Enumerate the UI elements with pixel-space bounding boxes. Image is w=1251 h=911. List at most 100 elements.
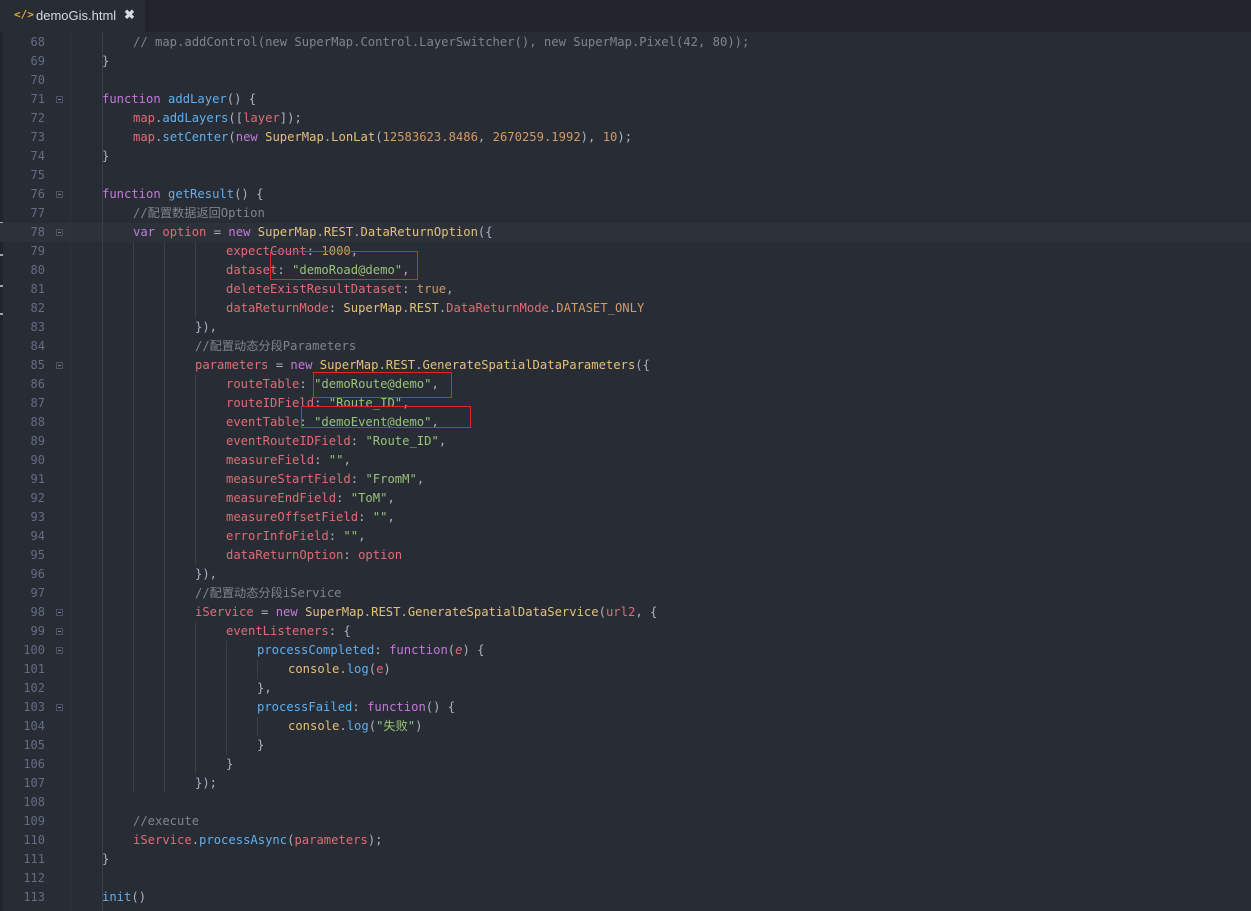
code-line[interactable]: 71 function addLayer() { bbox=[0, 90, 1251, 109]
code-token: () { bbox=[234, 187, 264, 201]
code-token: "" bbox=[343, 529, 359, 543]
code-text: map.setCenter(new SuperMap.LonLat(125836… bbox=[133, 128, 632, 147]
code-line[interactable]: 93 measureOffsetField: "", bbox=[0, 508, 1251, 527]
code-line[interactable]: 94 errorInfoField: "", bbox=[0, 527, 1251, 546]
code-token: } bbox=[102, 54, 110, 68]
line-number: 111 bbox=[23, 852, 45, 866]
line-number: 78 bbox=[30, 225, 45, 239]
code-token: eventListeners bbox=[226, 624, 329, 638]
code-line[interactable]: 75 bbox=[0, 166, 1251, 185]
code-line[interactable]: 86 routeTable: "demoRoute@demo", bbox=[0, 375, 1251, 394]
code-line[interactable]: 82 dataReturnMode: SuperMap.REST.DataRetu… bbox=[0, 299, 1251, 318]
code-line[interactable]: 77 //配置数据返回Option bbox=[0, 204, 1251, 223]
fold-toggle-icon[interactable] bbox=[56, 628, 63, 635]
code-text: } bbox=[102, 52, 109, 71]
line-number: 81 bbox=[30, 282, 45, 296]
code-token: ); bbox=[367, 833, 383, 847]
highlight-box-routetable bbox=[313, 372, 452, 398]
fold-toggle-icon[interactable] bbox=[56, 362, 63, 369]
line-number: 98 bbox=[30, 605, 45, 619]
code-line[interactable]: 103 processFailed: function() { bbox=[0, 698, 1251, 717]
tab-demogis[interactable]: </> demoGis.html ✖ bbox=[0, 0, 145, 32]
line-number: 82 bbox=[30, 301, 45, 315]
code-token: log bbox=[346, 662, 369, 676]
code-token: true bbox=[416, 282, 447, 296]
code-token: "" bbox=[372, 510, 388, 524]
code-token: , bbox=[387, 491, 395, 505]
code-line[interactable]: 88 eventTable: "demoEvent@demo", bbox=[0, 413, 1251, 432]
close-icon[interactable]: ✖ bbox=[124, 7, 135, 23]
code-token: ({ bbox=[477, 225, 493, 239]
fold-toggle-icon[interactable] bbox=[56, 704, 63, 711]
code-line[interactable]: 96}), bbox=[0, 565, 1251, 584]
code-line[interactable]: 97 //配置动态分段iService bbox=[0, 584, 1251, 603]
code-line[interactable]: 111} bbox=[0, 850, 1251, 869]
code-line[interactable]: 73 map.setCenter(new SuperMap.LonLat(1258… bbox=[0, 128, 1251, 147]
code-line[interactable]: 109 //execute bbox=[0, 812, 1251, 831]
code-token: ) { bbox=[462, 643, 485, 657]
code-line[interactable]: 72 map.addLayers([layer]); bbox=[0, 109, 1251, 128]
code-line[interactable]: 99 eventListeners: { bbox=[0, 622, 1251, 641]
code-token: ]); bbox=[279, 111, 302, 125]
code-text: iService = new SuperMap.REST.GenerateSpa… bbox=[195, 603, 657, 622]
code-line[interactable]: 90 measureField: "", bbox=[0, 451, 1251, 470]
code-line[interactable]: 85 parameters = new SuperMap.REST.Generat… bbox=[0, 356, 1251, 375]
code-token: processCompleted bbox=[257, 643, 375, 657]
code-text: processFailed: function() { bbox=[257, 698, 455, 717]
line-number: 107 bbox=[23, 776, 45, 790]
code-line[interactable]: 68 // map.addControl(new SuperMap.Control… bbox=[0, 33, 1251, 52]
code-token: init bbox=[102, 890, 132, 904]
code-editor[interactable]: 68 // map.addControl(new SuperMap.Control… bbox=[0, 32, 1251, 911]
indent-guide bbox=[195, 375, 196, 565]
code-line[interactable]: 104 console.log("失败") bbox=[0, 717, 1251, 736]
code-line[interactable]: 102}, bbox=[0, 679, 1251, 698]
code-line[interactable]: 107}); bbox=[0, 774, 1251, 793]
code-line[interactable]: 80 dataset: "demoRoad@demo", bbox=[0, 261, 1251, 280]
code-line[interactable]: 108 bbox=[0, 793, 1251, 812]
code-text: //配置动态分段iService bbox=[195, 584, 342, 603]
code-line[interactable]: 81 deleteExistResultDataset: true, bbox=[0, 280, 1251, 299]
code-line[interactable]: 91 measureStartField: "FromM", bbox=[0, 470, 1251, 489]
code-token: , bbox=[446, 282, 454, 296]
line-number: 105 bbox=[23, 738, 45, 752]
code-text: console.log("失败") bbox=[288, 717, 422, 736]
code-line[interactable]: 110 iService.processAsync(parameters); bbox=[0, 831, 1251, 850]
code-line[interactable]: 100 processCompleted: function(e) { bbox=[0, 641, 1251, 660]
code-line[interactable]: 69} bbox=[0, 52, 1251, 71]
code-token: , bbox=[387, 510, 395, 524]
code-line[interactable]: 78 var option = new SuperMap.REST.DataRet… bbox=[0, 223, 1251, 242]
code-line[interactable]: 106} bbox=[0, 755, 1251, 774]
code-token: ({ bbox=[635, 358, 650, 372]
code-line[interactable]: 84 //配置动态分段Parameters bbox=[0, 337, 1251, 356]
fold-toggle-icon[interactable] bbox=[56, 647, 63, 654]
line-number: 86 bbox=[30, 377, 45, 391]
code-line[interactable]: 105} bbox=[0, 736, 1251, 755]
code-token: () { bbox=[425, 700, 456, 714]
code-token: REST bbox=[371, 605, 401, 619]
code-line[interactable]: 83}), bbox=[0, 318, 1251, 337]
fold-toggle-icon[interactable] bbox=[56, 191, 63, 198]
code-line[interactable]: 89 eventRouteIDField: "Route_ID", bbox=[0, 432, 1251, 451]
code-line[interactable]: 76 function getResult() { bbox=[0, 185, 1251, 204]
code-token: : bbox=[352, 700, 368, 714]
code-line[interactable]: 92 measureEndField: "ToM", bbox=[0, 489, 1251, 508]
code-line[interactable]: 101 console.log(e) bbox=[0, 660, 1251, 679]
fold-toggle-icon[interactable] bbox=[56, 229, 63, 236]
code-token: measureField bbox=[226, 453, 315, 467]
code-token: . bbox=[339, 662, 347, 676]
code-line[interactable]: 113 init() bbox=[0, 888, 1251, 907]
code-line[interactable]: 112 bbox=[0, 869, 1251, 888]
code-line[interactable]: 79 expectCount: 1000, bbox=[0, 242, 1251, 261]
code-token: addLayer bbox=[168, 92, 227, 106]
code-line[interactable]: 74} bbox=[0, 147, 1251, 166]
code-line[interactable]: 95 dataReturnOption: option bbox=[0, 546, 1251, 565]
code-line[interactable]: 98 iService = new SuperMap.REST.GenerateS… bbox=[0, 603, 1251, 622]
code-line[interactable]: 87 routeIDField: "Route_ID", bbox=[0, 394, 1251, 413]
code-token: LonLat bbox=[331, 130, 376, 144]
code-line[interactable]: 70 bbox=[0, 71, 1251, 90]
code-token: : { bbox=[328, 624, 351, 638]
fold-toggle-icon[interactable] bbox=[56, 96, 63, 103]
code-token: processAsync bbox=[199, 833, 288, 847]
fold-toggle-icon[interactable] bbox=[56, 609, 63, 616]
